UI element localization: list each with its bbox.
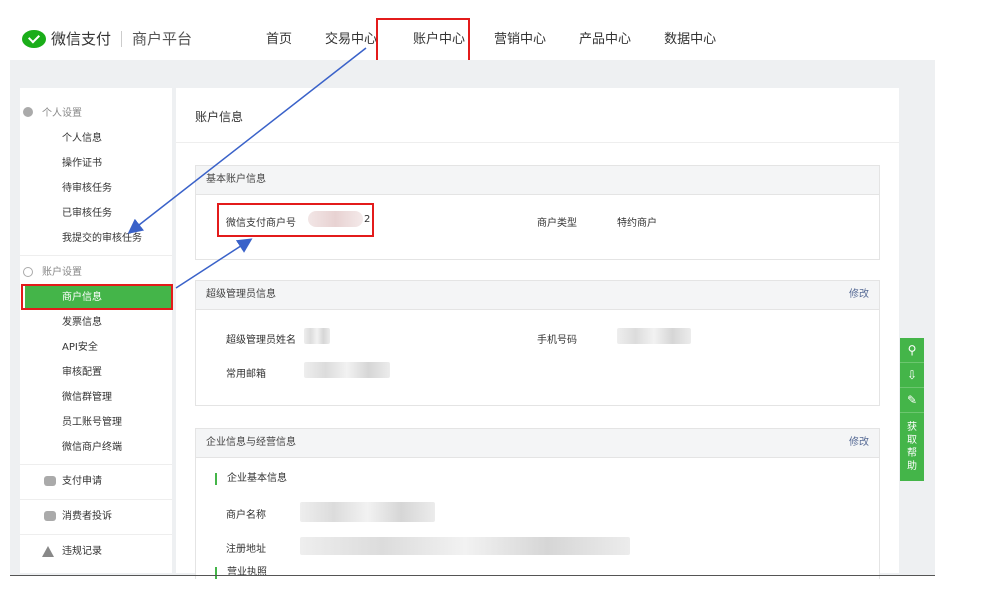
arrow-sidebar-to-merchant-id: [175, 238, 253, 289]
arrow-nav-to-sidebar: [127, 47, 367, 234]
annotation-arrows: [127, 47, 367, 289]
bottom-divider: [10, 575, 935, 576]
